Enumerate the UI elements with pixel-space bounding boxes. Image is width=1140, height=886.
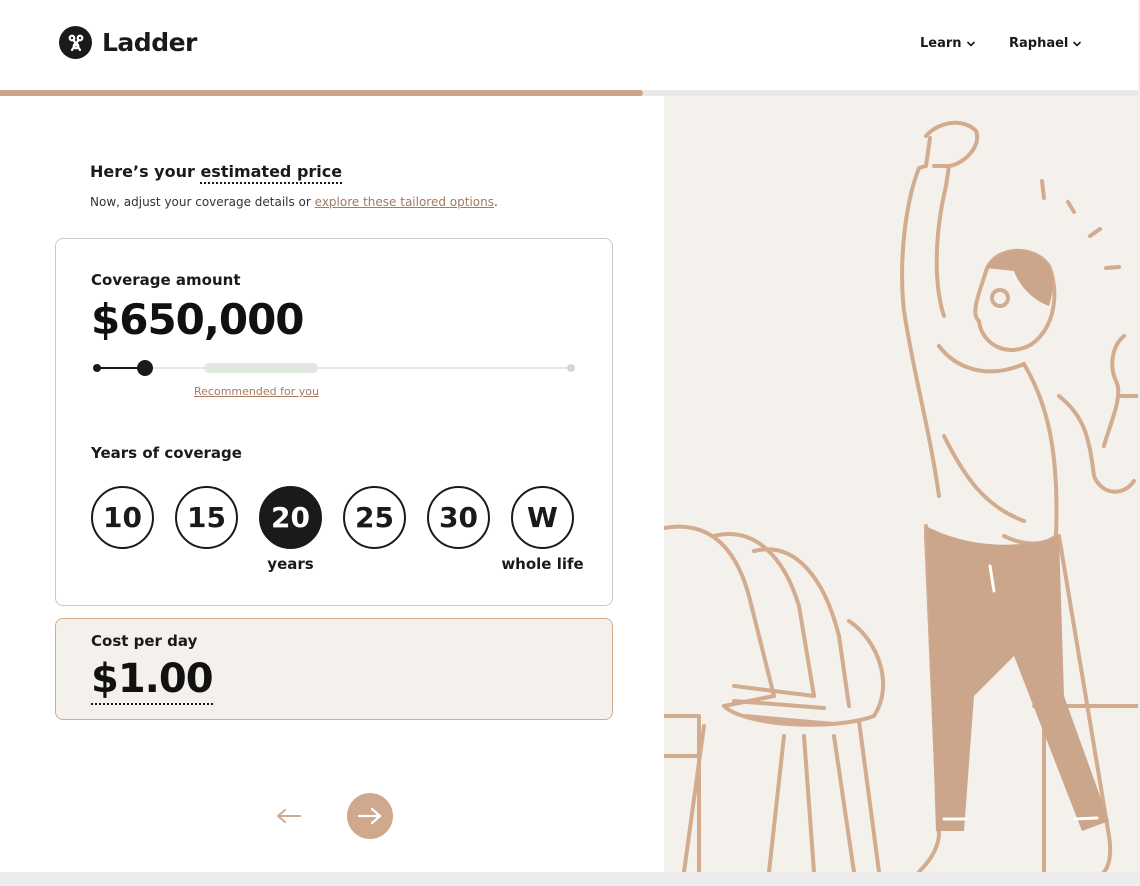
- celebration-illustration: [664, 96, 1138, 872]
- recommended-link[interactable]: Recommended for you: [194, 385, 319, 398]
- back-button[interactable]: [274, 802, 304, 830]
- estimated-price-tooltip[interactable]: estimated price: [200, 162, 343, 184]
- subtitle: Now, adjust your coverage details or exp…: [90, 195, 498, 209]
- subtitle-end: .: [493, 195, 498, 209]
- tailored-options-link[interactable]: explore these tailored options: [315, 195, 494, 209]
- logo[interactable]: Ladder: [59, 26, 197, 59]
- term-option-button[interactable]: 20: [259, 486, 322, 549]
- term-option-caption: years: [267, 555, 314, 573]
- coverage-slider[interactable]: [91, 359, 577, 377]
- nav-learn-menu[interactable]: Learn: [920, 36, 976, 51]
- term-option-button[interactable]: W: [511, 486, 574, 549]
- chevron-down-icon: [1073, 40, 1082, 47]
- next-button[interactable]: [347, 793, 393, 839]
- term-option[interactable]: Wwhole life: [501, 486, 584, 573]
- header: Ladder Learn Raphael: [0, 0, 1138, 90]
- ladder-logo-icon: [59, 26, 92, 59]
- arrow-left-icon: [277, 809, 301, 823]
- page-title: Here’s your estimated price: [90, 162, 343, 184]
- logo-text: Ladder: [102, 28, 197, 57]
- term-options: 10 15 20 years 25 30 Wwhole life: [91, 486, 584, 573]
- slider-track: [97, 367, 571, 369]
- coverage-amount-value: $650,000: [91, 295, 305, 344]
- chevron-down-icon: [966, 40, 975, 47]
- coverage-card: Coverage amount $650,000 Recommended for…: [55, 238, 613, 606]
- slider-thumb[interactable]: [137, 360, 154, 376]
- bottom-bar: [0, 872, 1140, 886]
- slider-end-dot: [567, 364, 575, 372]
- subtitle-text: Now, adjust your coverage details or: [90, 195, 315, 209]
- term-option[interactable]: 30: [427, 486, 490, 573]
- slider-start-dot: [93, 364, 101, 372]
- term-option[interactable]: 15: [175, 486, 238, 573]
- nav-user-menu[interactable]: Raphael: [1009, 36, 1082, 51]
- term-option[interactable]: 10: [91, 486, 154, 573]
- term-option-button[interactable]: 15: [175, 486, 238, 549]
- cost-per-day-label: Cost per day: [91, 632, 198, 650]
- progress-bar-fill: [0, 90, 643, 96]
- term-option-caption: whole life: [501, 555, 584, 573]
- page-title-prefix: Here’s your: [90, 162, 201, 181]
- term-option[interactable]: 25: [343, 486, 406, 573]
- years-of-coverage-label: Years of coverage: [91, 444, 242, 462]
- term-option-button[interactable]: 10: [91, 486, 154, 549]
- term-option-button[interactable]: 30: [427, 486, 490, 549]
- nav-user-label: Raphael: [1009, 36, 1069, 51]
- nav-learn-label: Learn: [920, 36, 962, 51]
- cost-card: Cost per day $1.00: [55, 618, 613, 720]
- person-celebrating-image: [664, 120, 1138, 872]
- term-option-button[interactable]: 25: [343, 486, 406, 549]
- term-option[interactable]: 20 years: [259, 486, 322, 573]
- coverage-amount-label: Coverage amount: [91, 271, 241, 289]
- recommended-range: [204, 363, 318, 373]
- cost-per-day-value[interactable]: $1.00: [91, 655, 214, 705]
- arrow-right-icon: [357, 807, 382, 825]
